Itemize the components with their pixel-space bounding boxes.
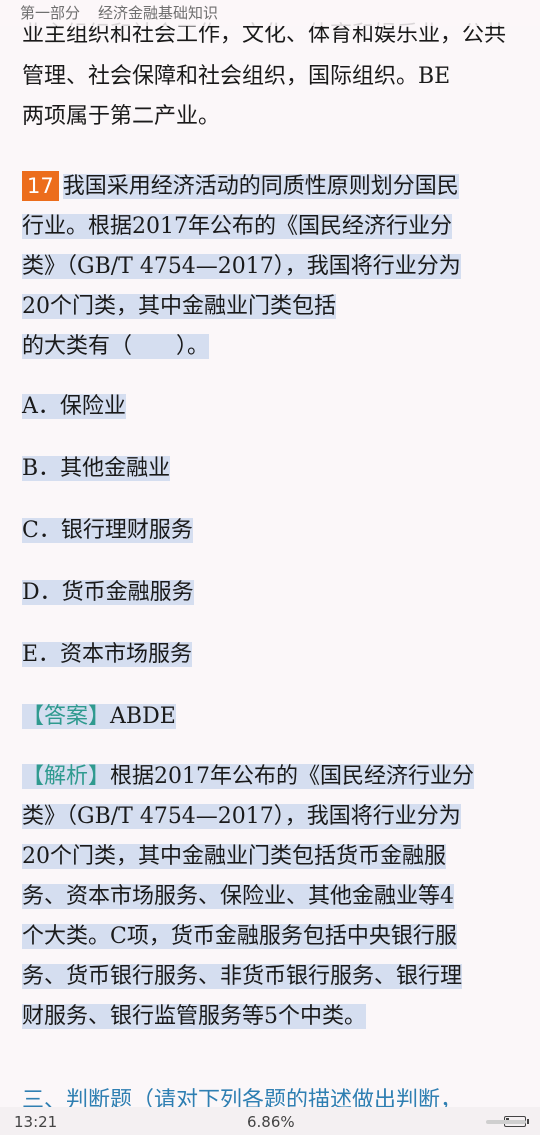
analysis-text: 务、货币银行服务、非货币银行服务、银行理 [22, 964, 463, 989]
analysis-text: 个大类。C项，货币金融服务包括中央银行服 [22, 924, 457, 949]
analysis-text: 根据2017年公布的《国民经济行业分 [110, 764, 475, 789]
gesture-bar[interactable] [486, 1120, 526, 1124]
chapter-part: 第一部分 [20, 4, 81, 22]
question-line: 类》（GB/T 4754—2017），我国将行业分为 [22, 250, 461, 284]
option-text: B．其他金融业 [22, 456, 171, 481]
prev-text-line: 两项属于第二产业。 [22, 104, 221, 129]
analysis-text: 务、资本市场服务、保险业、其他金融业等4 [22, 884, 454, 909]
answer-line: 【答案】ABDE [22, 700, 176, 734]
reader-header: 第一部分 经济金融基础知识 [0, 0, 540, 26]
book-title: 经济金融基础知识 [98, 4, 219, 22]
analysis-line: 务、资本市场服务、保险业、其他金融业等4 [22, 880, 454, 914]
question-line: 的大类有（ ）。 [22, 330, 210, 364]
option-text: C．银行理财服务 [22, 518, 193, 543]
question-text: 的大类有（ ）。 [22, 334, 210, 359]
question-line: 17 我国采用经济活动的同质性原则划分国民 [22, 170, 459, 204]
option-e: E．资本市场服务 [22, 638, 193, 672]
option-b: B．其他金融业 [22, 452, 171, 486]
question-text: 类》（GB/T 4754—2017），我国将行业分为 [22, 254, 461, 279]
question-text: 行业。根据2017年公布的《国民经济行业分 [22, 214, 452, 239]
analysis-line: 20个门类，其中金融业门类包括货币金融服 [22, 840, 446, 874]
analysis-text: 类》（GB/T 4754—2017），我国将行业分为 [22, 804, 461, 829]
analysis-label: 【解析】 [22, 764, 111, 789]
analysis-line: 【解析】根据2017年公布的《国民经济行业分 [22, 760, 475, 794]
question-text: 我国采用经济活动的同质性原则划分国民 [62, 174, 459, 199]
analysis-text: 20个门类，其中金融业门类包括货币金融服 [22, 844, 446, 869]
answer-value: ABDE [110, 704, 176, 729]
option-text: A．保险业 [22, 394, 126, 419]
reading-progress: 6.86% [247, 1113, 295, 1131]
option-c: C．银行理财服务 [22, 514, 193, 548]
analysis-line: 务、货币银行服务、非货币银行服务、银行理 [22, 960, 463, 994]
question-text: 20个门类，其中金融业门类包括 [22, 294, 336, 319]
option-a: A．保险业 [22, 390, 126, 424]
status-bar: 13:21 6.86% [0, 1107, 540, 1135]
answer-label: 【答案】 [22, 704, 111, 729]
question-line: 20个门类，其中金融业门类包括 [22, 290, 336, 324]
option-text: E．资本市场服务 [22, 642, 193, 667]
clock: 13:21 [14, 1113, 58, 1131]
analysis-line: 类》（GB/T 4754—2017），我国将行业分为 [22, 800, 461, 834]
option-d: D．货币金融服务 [22, 576, 194, 610]
analysis-text: 财服务、银行监管服务等5个中类。 [22, 1004, 366, 1029]
question-line: 行业。根据2017年公布的《国民经济行业分 [22, 210, 452, 244]
option-text: D．货币金融服务 [22, 580, 194, 605]
prev-text-line: 管理、社会保障和社会组织，国际组织。BE [22, 64, 451, 89]
analysis-line: 个大类。C项，货币金融服务包括中央银行服 [22, 920, 457, 954]
question-number-badge: 17 [22, 171, 59, 201]
analysis-line: 财服务、银行监管服务等5个中类。 [22, 1000, 366, 1034]
